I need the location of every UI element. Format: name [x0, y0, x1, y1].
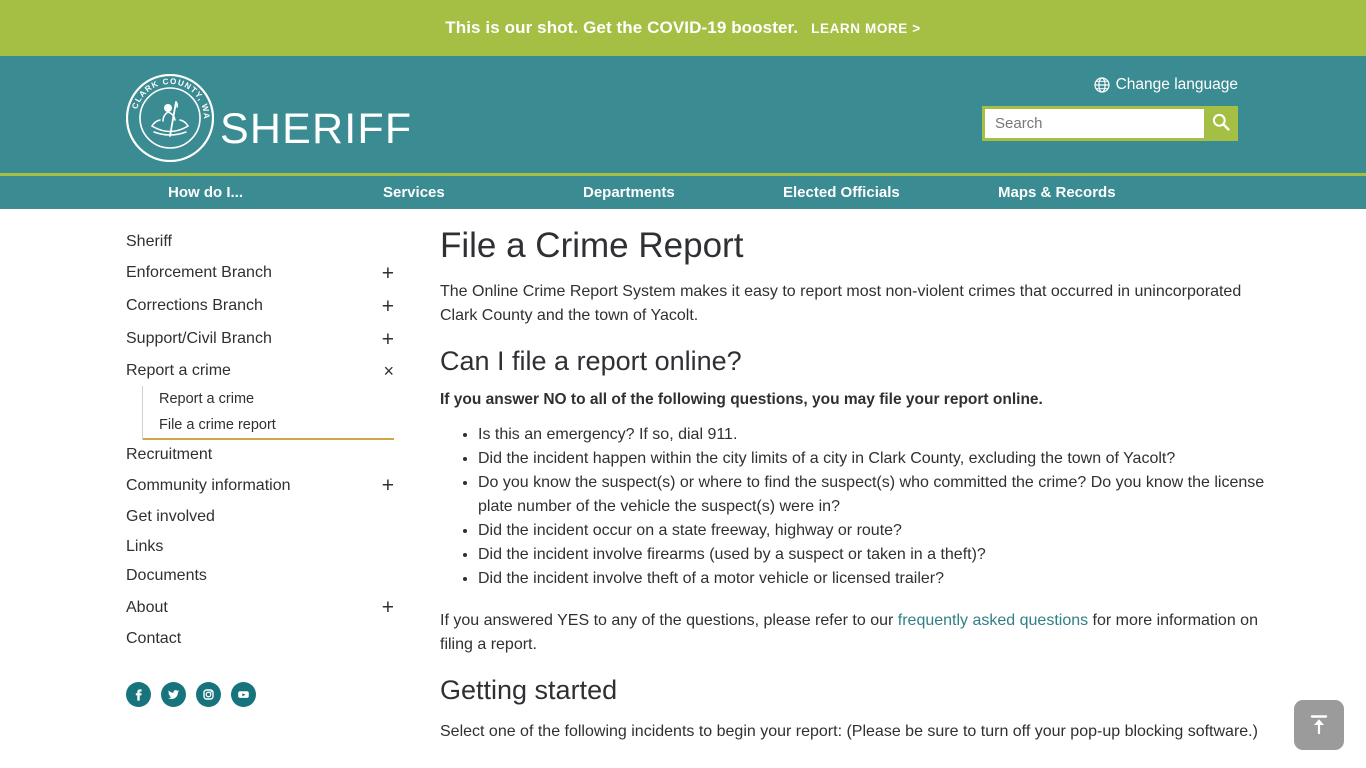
sidebar-item-label: Sheriff	[126, 233, 172, 250]
site-header: CLARK COUNTY, WASHINGTON SHERIFF	[0, 56, 1366, 176]
twitter-icon[interactable]	[161, 681, 186, 707]
sidebar-item-contact[interactable]: Contact	[126, 624, 416, 654]
page-body: Sheriff Enforcement Branch + Corrections…	[0, 209, 1366, 760]
sidebar-item-label: Contact	[126, 629, 182, 647]
nav-item-maps-and-records[interactable]: Maps & Records	[998, 184, 1178, 201]
getting-started-paragraph: Select one of the following incidents to…	[440, 722, 1258, 740]
list-item: Did the incident occur on a state freewa…	[478, 519, 1276, 543]
list-item: Did the incident involve firearms (used …	[478, 543, 1276, 567]
instagram-icon[interactable]	[196, 681, 221, 707]
social-links	[126, 681, 416, 707]
sidebar-item-label: Documents	[126, 567, 207, 585]
section-title-getting-started: Getting started	[440, 674, 618, 705]
intro-paragraph: The Online Crime Report System makes it …	[440, 282, 1242, 324]
sidebar-item-label: About	[126, 598, 168, 616]
plus-icon[interactable]: +	[382, 263, 394, 284]
section-title-can-i-file: Can I file a report online?	[440, 345, 742, 376]
sidebar-subitem-report-a-crime[interactable]: Report a crime	[143, 386, 394, 412]
list-item: Do you know the suspect(s) or where to f…	[478, 471, 1276, 519]
sidebar-item-label: Community information	[126, 476, 291, 494]
svg-text:CLARK COUNTY, WASHINGTON: CLARK COUNTY, WASHINGTON	[126, 74, 211, 120]
change-language-button[interactable]: Change language	[982, 76, 1238, 94]
sidebar-item-label: Corrections Branch	[126, 297, 263, 315]
sidebar-item-documents[interactable]: Documents	[126, 561, 416, 591]
faq-link[interactable]: frequently asked questions	[898, 612, 1088, 629]
list-item: Is this an emergency? If so, dial 911.	[478, 423, 1276, 447]
alert-message: This is our shot. Get the COVID-19 boost…	[445, 18, 799, 37]
sidebar-subitem-file-a-crime-report[interactable]: File a crime report	[143, 412, 394, 440]
sidebar-item-label: Enforcement Branch	[126, 264, 272, 282]
header-utility-area: Change language	[982, 76, 1238, 141]
sidebar-sublist-report-a-crime: Report a crime File a crime report	[142, 385, 394, 440]
close-icon[interactable]: ×	[383, 362, 394, 380]
sidebar-item-support-civil-branch[interactable]: Support/Civil Branch +	[126, 323, 416, 356]
sidebar-item-community-information[interactable]: Community information +	[126, 469, 416, 502]
sidebar-item-label: Recruitment	[126, 445, 213, 463]
nav-item-how-do-i[interactable]: How do I...	[168, 184, 383, 201]
site-title: SHERIFF	[220, 104, 413, 153]
covid-alert-banner: This is our shot. Get the COVID-19 boost…	[0, 0, 1366, 56]
search-input[interactable]	[985, 109, 1204, 138]
alert-learn-more-link[interactable]: LEARN MORE >	[811, 21, 921, 36]
list-item: Did the incident involve theft of a moto…	[478, 567, 1276, 591]
brand-block[interactable]: CLARK COUNTY, WASHINGTON SHERIFF	[126, 74, 412, 162]
change-language-label: Change language	[1115, 76, 1238, 93]
sidebar-item-report-a-crime[interactable]: Report a crime ×	[126, 356, 416, 386]
clark-county-seal-icon: CLARK COUNTY, WASHINGTON	[126, 74, 214, 162]
plus-icon[interactable]: +	[382, 597, 394, 618]
main-navigation: How do I... Services Departments Elected…	[0, 176, 1366, 209]
list-item: Did the incident happen within the city …	[478, 447, 1276, 471]
globe-icon	[1094, 77, 1110, 93]
facebook-icon[interactable]	[126, 681, 151, 707]
sidebar-item-get-involved[interactable]: Get involved	[126, 502, 416, 532]
plus-icon[interactable]: +	[382, 329, 394, 350]
back-to-top-button[interactable]	[1294, 700, 1344, 750]
arrow-up-to-bar-icon	[1306, 711, 1332, 740]
sidebar-item-label: Links	[126, 537, 164, 555]
main-content: File a Crime Report The Online Crime Rep…	[440, 226, 1276, 760]
nav-item-departments[interactable]: Departments	[583, 184, 783, 201]
nav-item-services[interactable]: Services	[383, 184, 583, 201]
sidebar-item-label: Report a crime	[126, 361, 231, 379]
sidebar-item-recruitment[interactable]: Recruitment	[126, 440, 416, 470]
sidebar-item-label: Get involved	[126, 508, 215, 526]
nav-item-elected-officials[interactable]: Elected Officials	[783, 184, 998, 201]
search-button[interactable]	[1204, 106, 1238, 141]
sidebar-item-enforcement-branch[interactable]: Enforcement Branch +	[126, 257, 416, 290]
eligibility-question-list: Is this an emergency? If so, dial 911. D…	[440, 423, 1276, 591]
sidebar-item-sheriff[interactable]: Sheriff	[126, 227, 416, 257]
plus-icon[interactable]: +	[382, 475, 394, 496]
sidebar-item-about[interactable]: About +	[126, 591, 416, 624]
sidebar-item-corrections-branch[interactable]: Corrections Branch +	[126, 290, 416, 323]
youtube-icon[interactable]	[231, 681, 256, 707]
sidebar-item-links[interactable]: Links	[126, 532, 416, 562]
page-title: File a Crime Report	[440, 226, 744, 265]
sidebar-item-label: Support/Civil Branch	[126, 330, 272, 348]
yes-text-before: If you answered YES to any of the questi…	[440, 611, 898, 629]
search-bar	[982, 106, 1238, 141]
section-lead-text: If you answer NO to all of the following…	[440, 390, 1043, 408]
search-icon	[1211, 112, 1231, 135]
yes-answer-paragraph: If you answered YES to any of the questi…	[440, 609, 1276, 657]
sidebar: Sheriff Enforcement Branch + Corrections…	[126, 227, 416, 760]
plus-icon[interactable]: +	[382, 296, 394, 317]
